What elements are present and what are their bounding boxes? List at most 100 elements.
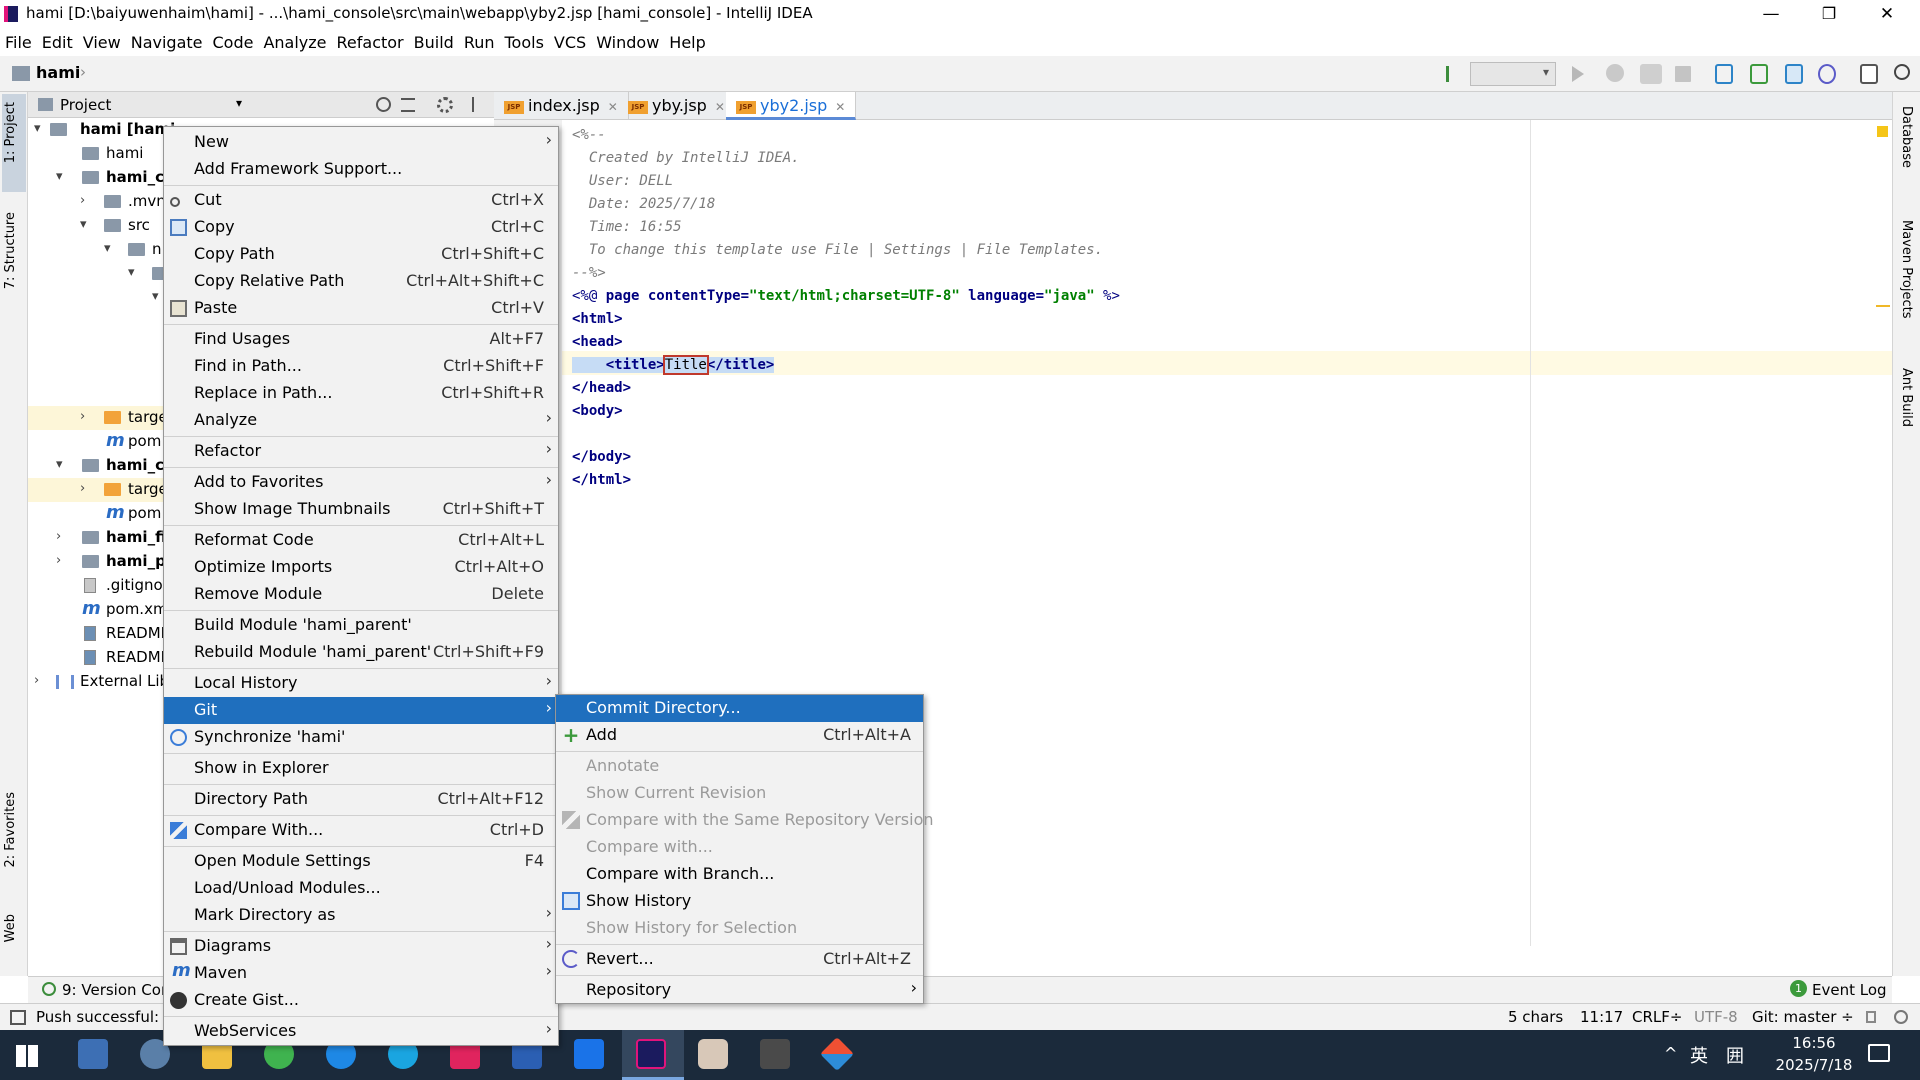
tab-yby-jsp[interactable]: JSP yby.jsp ✕ xyxy=(618,92,736,120)
ctx-local-history[interactable]: Local History › xyxy=(164,670,558,697)
menu-build[interactable]: Build xyxy=(409,29,459,56)
coverage-icon[interactable] xyxy=(1640,64,1662,84)
tab-index-jsp[interactable]: JSP index.jsp ✕ xyxy=(494,92,629,120)
ctx-remove-module[interactable]: Remove Module Delete xyxy=(164,581,558,608)
ctx-copy[interactable]: Copy Ctrl+C xyxy=(164,214,558,241)
vcs-revert-icon[interactable] xyxy=(1818,64,1836,84)
ctx-refactor[interactable]: Refactor › xyxy=(164,438,558,465)
ctx-copy-path[interactable]: Copy Path Ctrl+Shift+C xyxy=(164,241,558,268)
vcs-update-icon[interactable] xyxy=(1715,64,1733,84)
inspector-icon[interactable] xyxy=(1894,1010,1908,1024)
project-view-dropdown-icon[interactable]: ▾ xyxy=(236,96,242,110)
ctx-find-in-path[interactable]: Find in Path... Ctrl+Shift+F xyxy=(164,353,558,380)
notification-center-icon[interactable] xyxy=(1868,1044,1890,1062)
git-show-history[interactable]: Show History xyxy=(556,888,923,915)
tab-yby2-jsp[interactable]: JSP yby2.jsp ✕ xyxy=(726,92,857,120)
status-layout-icon[interactable] xyxy=(10,1010,26,1025)
tool-window-database[interactable]: Database xyxy=(1899,106,1914,168)
vcs-commit-icon[interactable] xyxy=(1750,64,1768,84)
vcs-compare-icon[interactable] xyxy=(1785,64,1803,84)
ctx-compare-with[interactable]: Compare With... Ctrl+D xyxy=(164,817,558,844)
clock-date[interactable]: 2025/7/18 xyxy=(1766,1056,1862,1074)
ctx-optimize-imports[interactable]: Optimize Imports Ctrl+Alt+O xyxy=(164,554,558,581)
menu-vcs[interactable]: VCS xyxy=(549,29,591,56)
tool-window-ant[interactable]: Ant Build xyxy=(1899,368,1914,427)
tool-window-structure[interactable]: 7: Structure xyxy=(3,212,18,289)
avatar-app-icon[interactable] xyxy=(760,1039,790,1069)
tab-close-icon[interactable]: ✕ xyxy=(715,100,725,114)
hide-panel-icon[interactable] xyxy=(472,97,484,112)
tab-close-icon[interactable]: ✕ xyxy=(608,100,618,114)
ctx-reformat-code[interactable]: Reformat Code Ctrl+Alt+L xyxy=(164,527,558,554)
git-commit-directory[interactable]: Commit Directory... xyxy=(556,695,923,722)
ime-mode[interactable]: 囲 xyxy=(1726,1042,1744,1068)
ctx-directory-path[interactable]: Directory Path Ctrl+Alt+F12 xyxy=(164,786,558,813)
menu-navigate[interactable]: Navigate xyxy=(126,29,208,56)
menu-window[interactable]: Window xyxy=(591,29,664,56)
ctx-show-in-explorer[interactable]: Show in Explorer xyxy=(164,755,558,782)
ctx-rebuild-module[interactable]: Rebuild Module 'hami_parent' Ctrl+Shift+F… xyxy=(164,639,558,666)
search-everywhere-icon[interactable] xyxy=(1894,64,1910,80)
git-compare-with-branch[interactable]: Compare with Branch... xyxy=(556,861,923,888)
ctx-build-module[interactable]: Build Module 'hami_parent' xyxy=(164,612,558,639)
ctx-diagrams[interactable]: Diagrams › xyxy=(164,933,558,960)
stop-icon[interactable] xyxy=(1675,66,1691,82)
ctx-add-framework-support[interactable]: Add Framework Support... xyxy=(164,156,558,183)
tab-close-icon[interactable]: ✕ xyxy=(835,100,845,114)
ctx-create-gist[interactable]: Create Gist... xyxy=(164,987,558,1014)
tray-expand-icon[interactable]: ^ xyxy=(1664,1044,1677,1063)
ctx-copy-relative-path[interactable]: Copy Relative Path Ctrl+Alt+Shift+C xyxy=(164,268,558,295)
lock-icon[interactable] xyxy=(1866,1011,1876,1023)
git-add[interactable]: + Add Ctrl+Alt+A xyxy=(556,722,923,749)
run-icon[interactable] xyxy=(1572,66,1584,82)
menu-code[interactable]: Code xyxy=(208,29,259,56)
ctx-webservices[interactable]: WebServices › xyxy=(164,1018,558,1045)
ctx-git[interactable]: Git › xyxy=(164,697,558,724)
tool-window-event-log[interactable]: Event Log xyxy=(1812,981,1887,999)
ctx-analyze[interactable]: Analyze › xyxy=(164,407,558,434)
file-encoding[interactable]: UTF-8 xyxy=(1694,1008,1738,1026)
git-branch[interactable]: Git: master ÷ xyxy=(1752,1008,1854,1026)
git-revert[interactable]: Revert... Ctrl+Alt+Z xyxy=(556,946,923,973)
ctx-cut[interactable]: Cut Ctrl+X xyxy=(164,187,558,214)
maximize-button[interactable]: ❐ xyxy=(1800,0,1858,29)
settings-gear-icon[interactable] xyxy=(437,97,453,113)
status-message[interactable]: Push successful: P xyxy=(36,1008,173,1026)
run-config-dropdown[interactable]: ▾ xyxy=(1470,62,1556,86)
photos-icon[interactable] xyxy=(574,1039,604,1069)
menu-view[interactable]: View xyxy=(78,29,126,56)
tool-window-maven[interactable]: Maven Projects xyxy=(1899,220,1914,319)
tool-window-project[interactable]: 1: Project xyxy=(3,102,18,163)
menu-analyze[interactable]: Analyze xyxy=(258,29,331,56)
collapse-all-icon[interactable] xyxy=(401,98,415,112)
ctx-open-module-settings[interactable]: Open Module Settings F4 xyxy=(164,848,558,875)
tool-window-favorites[interactable]: 2: Favorites xyxy=(3,792,18,868)
intellij-idea-icon[interactable] xyxy=(636,1039,666,1069)
ctx-find-usages[interactable]: Find Usages Alt+F7 xyxy=(164,326,558,353)
minimize-button[interactable]: — xyxy=(1742,0,1800,29)
scroll-from-source-icon[interactable] xyxy=(376,97,391,112)
git-tool-icon[interactable] xyxy=(820,1037,854,1071)
avatar-app-icon[interactable] xyxy=(698,1039,728,1069)
menu-edit[interactable]: Edit xyxy=(37,29,78,56)
ctx-new[interactable]: New › xyxy=(164,129,558,156)
ctx-paste[interactable]: Paste Ctrl+V xyxy=(164,295,558,322)
ime-language[interactable]: 英 xyxy=(1690,1042,1708,1068)
clock-time[interactable]: 16:56 xyxy=(1776,1034,1852,1052)
ctx-show-image-thumbnails[interactable]: Show Image Thumbnails Ctrl+Shift+T xyxy=(164,496,558,523)
ctx-synchronize[interactable]: Synchronize 'hami' xyxy=(164,724,558,751)
tool-window-web[interactable]: Web xyxy=(3,914,18,942)
project-structure-icon[interactable] xyxy=(1860,64,1878,84)
git-repository[interactable]: Repository › xyxy=(556,977,923,1004)
close-button[interactable]: ✕ xyxy=(1858,0,1916,29)
ctx-load-unload-modules[interactable]: Load/Unload Modules... xyxy=(164,875,558,902)
menu-refactor[interactable]: Refactor xyxy=(332,29,409,56)
breadcrumb-project[interactable]: hami xyxy=(36,63,80,82)
ctx-maven[interactable]: m Maven › xyxy=(164,960,558,987)
tool-window-version-control[interactable]: 9: Version Cont xyxy=(62,981,176,999)
menu-tools[interactable]: Tools xyxy=(500,29,549,56)
project-view-title[interactable]: Project xyxy=(60,96,111,114)
ctx-add-to-favorites[interactable]: Add to Favorites › xyxy=(164,469,558,496)
sort-icon[interactable] xyxy=(1442,64,1464,84)
ctx-replace-in-path[interactable]: Replace in Path... Ctrl+Shift+R xyxy=(164,380,558,407)
